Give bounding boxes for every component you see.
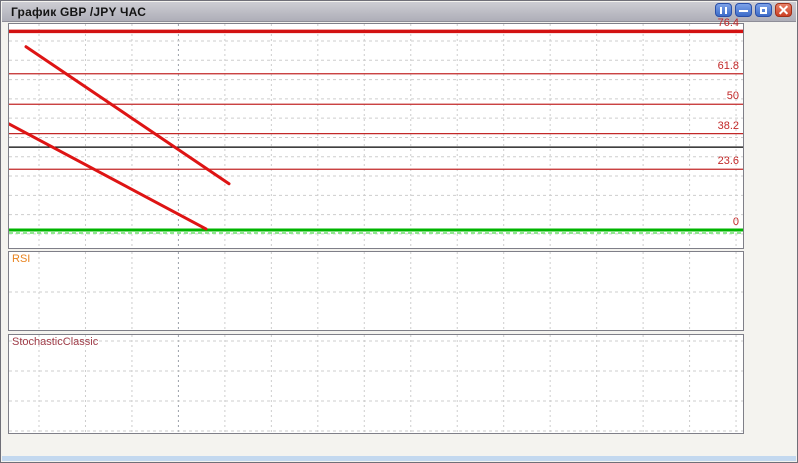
- fib-level-label: 23.6: [717, 155, 739, 168]
- window-titlebar[interactable]: График GBP /JPY ЧАС: [2, 2, 796, 22]
- chart-window: График GBP /JPY ЧАС 76.4 61.8 50 38.2 23.6 0 …: [0, 0, 798, 463]
- fib-level-label: 76.4: [717, 17, 739, 30]
- fib-level-label: 61.8: [717, 59, 739, 72]
- window-buttons: [715, 3, 792, 17]
- minimize-button[interactable]: [735, 3, 752, 17]
- stoch-plot: [9, 335, 743, 433]
- price-chart-panel[interactable]: 76.4 61.8 50 38.2 23.6 0: [8, 17, 744, 249]
- price-axis[interactable]: [744, 23, 797, 435]
- fib-level-label: 38.2: [717, 119, 739, 132]
- main-plot: [9, 24, 743, 248]
- trend-line: [24, 45, 231, 186]
- window-title: График GBP /JPY ЧАС: [11, 4, 147, 19]
- stochastic-panel[interactable]: StochasticClassic: [8, 334, 744, 434]
- rsi-panel[interactable]: RSI: [8, 251, 744, 331]
- pause-button[interactable]: [715, 3, 732, 17]
- window-bottom-edge: [2, 456, 796, 461]
- fib-level-label: 0: [732, 216, 739, 229]
- time-axis[interactable]: [8, 434, 744, 458]
- trend-line: [9, 122, 208, 231]
- maximize-icon: [760, 7, 767, 14]
- stochastic-indicator-label: StochasticClassic: [12, 336, 99, 348]
- fib-level-label: 50: [726, 90, 739, 103]
- pause-icon: [720, 7, 722, 14]
- minimize-icon: [739, 10, 748, 12]
- rsi-indicator-label: RSI: [12, 253, 31, 265]
- maximize-button[interactable]: [755, 3, 772, 17]
- rsi-plot: [9, 252, 743, 330]
- close-button[interactable]: [775, 3, 792, 17]
